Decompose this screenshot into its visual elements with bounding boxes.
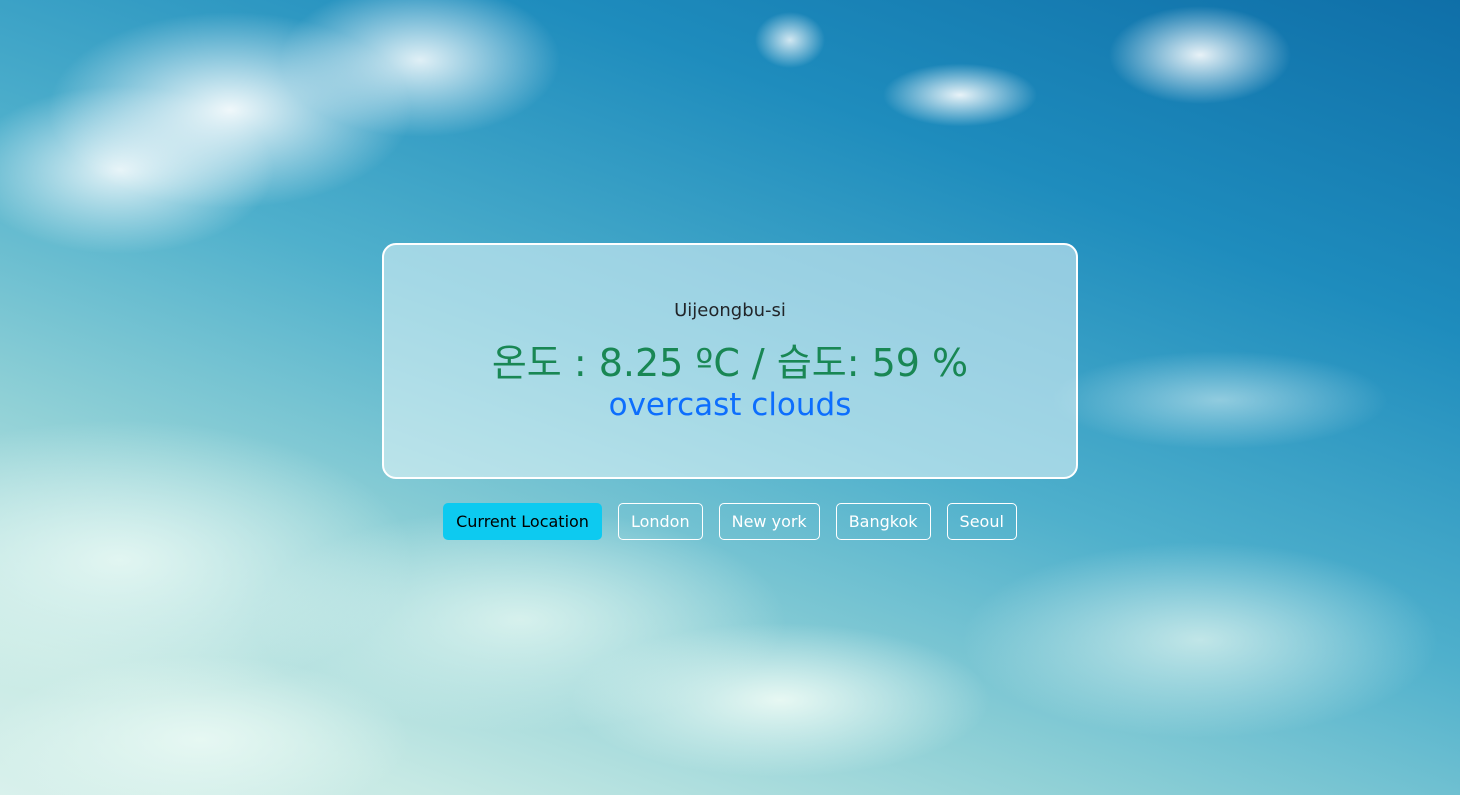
bangkok-button[interactable]: Bangkok [835,503,931,540]
temperature-humidity: 온도 : 8.25 ºC / 습도: 59 % [491,341,969,385]
city-name: Uijeongbu-si [674,300,786,321]
new-york-button[interactable]: New york [718,503,820,540]
city-button-group: Current Location London New york Bangkok… [0,503,1460,541]
current-location-button[interactable]: Current Location [443,503,602,540]
london-button[interactable]: London [617,503,703,540]
seoul-button[interactable]: Seoul [946,503,1017,540]
weather-card: Uijeongbu-si 온도 : 8.25 ºC / 습도: 59 % ove… [382,243,1078,479]
weather-description: overcast clouds [608,387,852,423]
background-sky: Uijeongbu-si 온도 : 8.25 ºC / 습도: 59 % ove… [0,0,1460,795]
